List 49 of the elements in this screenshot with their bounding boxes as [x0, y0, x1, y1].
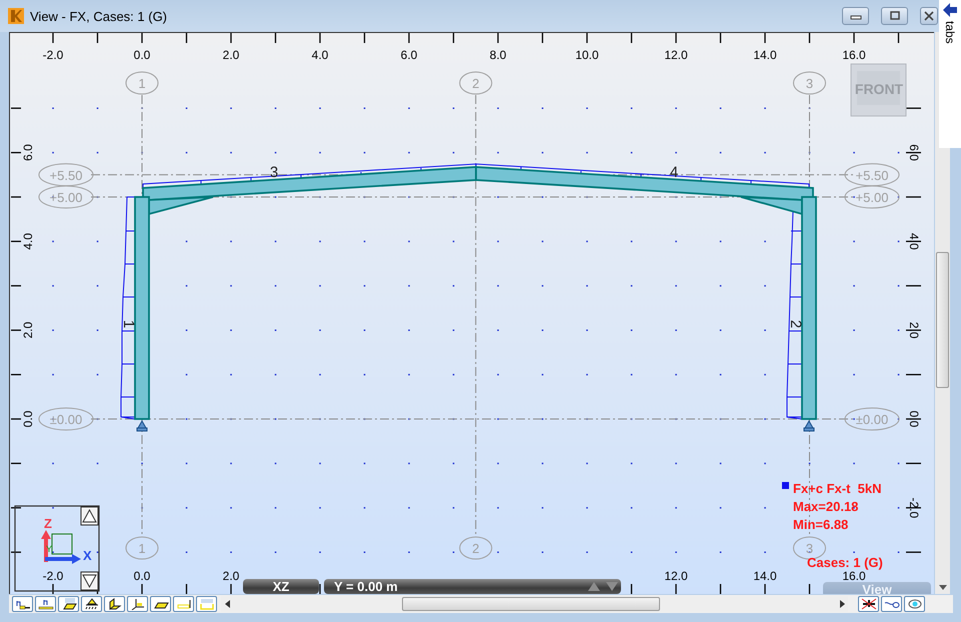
ruler-label: 4.0 [312, 48, 328, 62]
window-title: View - FX, Cases: 1 (G) [30, 8, 168, 24]
legend-max: Max=20.18 [793, 499, 858, 514]
ruler-label: 2.0 [222, 569, 240, 583]
axis-x-label: X [83, 548, 92, 563]
level-label: +5.50 [50, 168, 82, 183]
level-label: ±0.00 [856, 412, 888, 427]
side-tab[interactable]: tabs [943, 21, 957, 44]
legend-min: Min=6.88 [793, 517, 848, 532]
bar-number: 2 [787, 320, 804, 328]
level-label: ±0.00 [50, 412, 82, 427]
coordinate-button[interactable]: Y = 0.00 m [324, 579, 621, 594]
level-label: +5.50 [856, 168, 888, 183]
ruler-label: 2.0 [21, 322, 35, 339]
ruler-label: 14.0 [753, 48, 777, 62]
legend-title: Fx+c Fx-t 5kN [793, 481, 882, 496]
ruler-label: 6.0 [907, 144, 921, 161]
ruler-label: 14.0 [753, 569, 777, 583]
bar-number: 1 [120, 320, 137, 328]
ruler-label: 0.0 [134, 569, 150, 583]
plane-button[interactable]: XZ [243, 579, 319, 594]
level-label: +5.00 [856, 190, 888, 205]
axis-label: 3 [806, 76, 814, 91]
axis-label: 3 [806, 541, 814, 556]
ruler-label: 16.0 [842, 48, 866, 62]
level-label: +5.00 [50, 190, 82, 205]
axis-label: 2 [472, 541, 480, 556]
ruler-label: 6.0 [21, 144, 35, 161]
ruler-label: 12.0 [664, 48, 688, 62]
ruler-label: 0.0 [21, 410, 35, 428]
ruler-label: 8.0 [490, 48, 506, 62]
ruler-label: -2.0 [907, 497, 921, 518]
axis-label: 1 [138, 76, 146, 91]
legend-cases: Cases: 1 (G) [807, 555, 883, 570]
axis-z-label: Z [44, 516, 52, 531]
ruler-label: 0.0 [134, 48, 150, 62]
ruler-label: 10.0 [575, 48, 599, 62]
ruler-label: 4.0 [907, 233, 921, 250]
ruler-label: 6.0 [400, 48, 418, 62]
axis-label: 1 [138, 541, 146, 556]
ruler-label: -2.0 [42, 48, 64, 62]
ruler-label: 16.0 [842, 569, 866, 583]
ruler-label: 2.0 [222, 48, 240, 62]
ruler-label: -2.0 [42, 569, 64, 583]
axis-label: 2 [472, 76, 480, 91]
ruler-label: 2.0 [907, 322, 921, 339]
ruler-label: 4.0 [21, 233, 35, 250]
ruler-label: 0.0 [907, 410, 921, 428]
ruler-label: 12.0 [664, 569, 688, 583]
